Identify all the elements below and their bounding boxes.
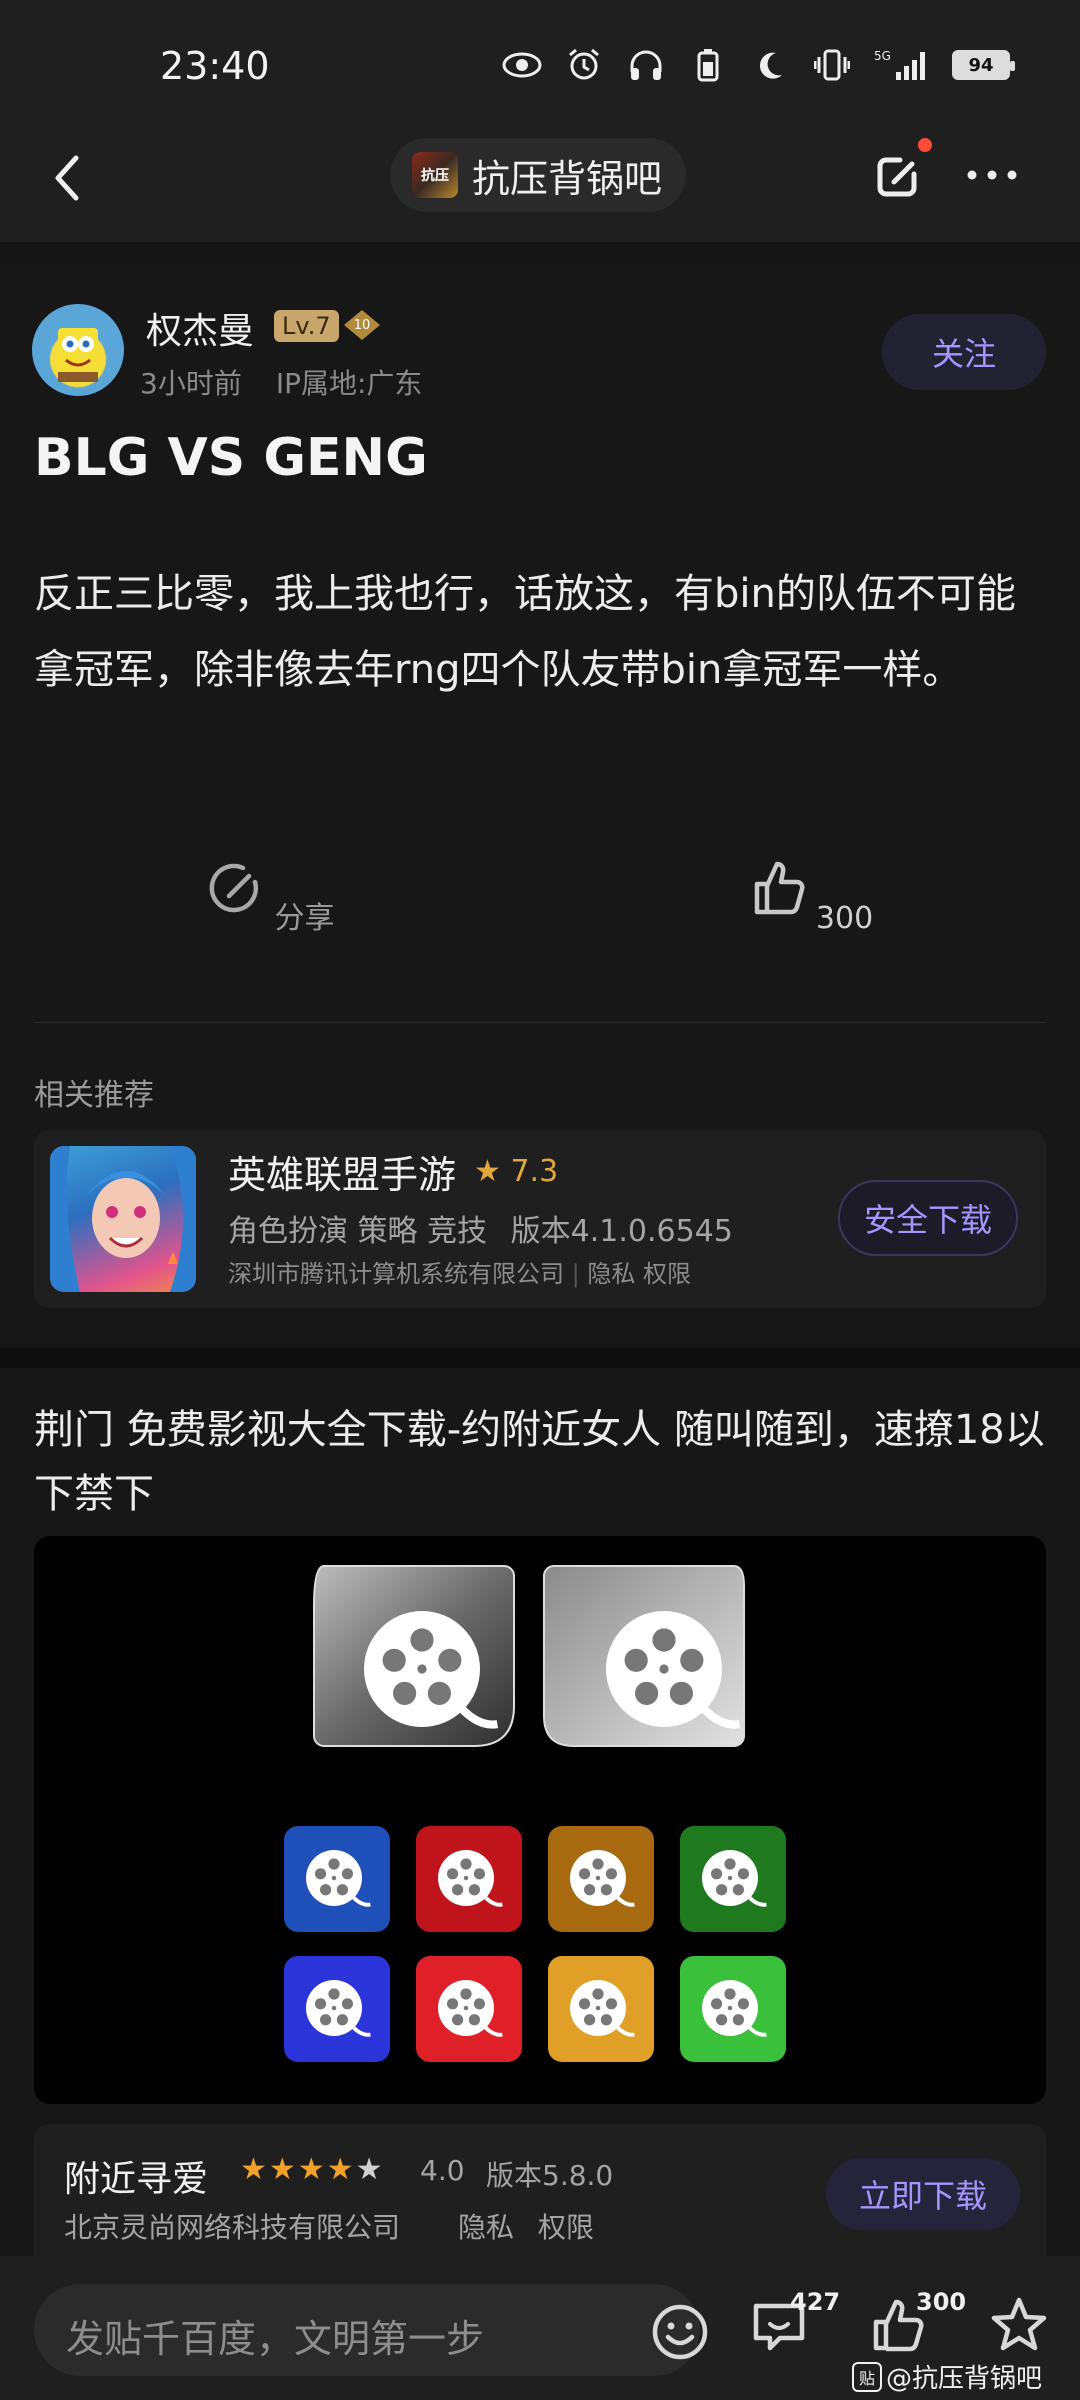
emoji-icon [652, 2304, 708, 2360]
status-icons: 5G 94 [502, 48, 1015, 82]
download-now-button[interactable]: 立即下载 [826, 2158, 1020, 2230]
app-company: 深圳市腾讯计算机系统有限公司 [228, 1260, 564, 1288]
vibrate-icon [812, 48, 852, 82]
ad-app-card[interactable]: 附近寻爱 ★★★★★ 4.0 版本5.8.0 北京灵尚网络科技有限公司 隐私 权… [34, 2124, 1046, 2256]
ad-section: 荆门 免费影视大全下载-约附近女人 随叫随到，速撩18以下禁下 附近寻爱 ★★★… [0, 1368, 1080, 2256]
post: 权杰曼 Lv.7 10 3小时前 IP属地:广东 关注 BLG VS GENG … [0, 258, 1080, 1348]
star-icon: ★ [474, 1154, 501, 1189]
more-icon [967, 170, 1017, 180]
ip-location: IP属地:广东 [275, 367, 423, 400]
level-badge: Lv.7 [274, 310, 339, 342]
comment-count: 427 [790, 2288, 841, 2316]
emoji-button[interactable] [650, 2302, 710, 2362]
moon-icon [750, 48, 790, 82]
favorite-button[interactable] [988, 2294, 1050, 2356]
back-button[interactable] [40, 148, 100, 208]
avatar[interactable] [32, 304, 124, 396]
more-button[interactable] [962, 160, 1022, 190]
film-reel-icons-image [34, 1536, 1046, 2104]
notification-dot [918, 138, 932, 152]
status-bar: 23:40 5G 94 [0, 0, 1080, 120]
eye-icon [502, 48, 542, 82]
ad-links: 隐私 权限 [458, 2206, 594, 2246]
ad-image[interactable] [34, 1536, 1046, 2104]
ad-privacy-link[interactable]: 隐私 [458, 2206, 514, 2246]
post-actions: 分享 300 [0, 856, 1080, 986]
forum-name: 抗压背锅吧 [472, 156, 663, 201]
tieba-logo-icon: 贴 [852, 2361, 882, 2392]
app-rating: ★ 7.3 [474, 1154, 558, 1189]
svg-text:5G: 5G [874, 49, 891, 63]
post-time: 3小时前 [140, 367, 242, 400]
like-count: 300 [815, 901, 874, 936]
ad-rating: 4.0 [420, 2154, 465, 2187]
share-button[interactable]: 分享 [170, 856, 370, 937]
headphone-icon [626, 48, 666, 82]
ad-app-name: 附近寻爱 [64, 2159, 209, 2200]
forum-avatar: 抗压 [412, 152, 458, 198]
app-privacy-link[interactable]: 隐私 [587, 1260, 635, 1288]
share-icon [210, 863, 259, 913]
like-count-bottom: 300 [916, 2288, 967, 2316]
chevron-left-icon [55, 155, 79, 201]
reply-placeholder: 发贴千百度，文明第一步 [66, 2317, 485, 2361]
medal-badge: 10 [344, 310, 380, 340]
app-icon [50, 1146, 196, 1292]
follow-button[interactable]: 关注 [882, 314, 1046, 390]
battery-indicator: 94 [952, 50, 1015, 80]
watermark-text: @抗压背锅吧 [886, 2364, 1043, 2394]
star-icon: ★ [240, 2152, 269, 2187]
app-rating-value: 7.3 [510, 1154, 559, 1189]
bottom-bar: 发贴千百度，文明第一步 427 300 贴 @抗压背锅吧 [0, 2256, 1080, 2400]
forum-pill[interactable]: 抗压 抗压背锅吧 [390, 138, 687, 212]
app-name: 英雄联盟手游 [228, 1153, 457, 1197]
app-categories: 角色扮演 策略 竞技 [228, 1214, 488, 1249]
top-navbar: 抗压 抗压背锅吧 [0, 120, 1080, 242]
divider [34, 1022, 1046, 1023]
status-time: 23:40 [160, 44, 270, 88]
jinx-character-icon [50, 1146, 196, 1292]
safe-download-button[interactable]: 安全下载 [838, 1180, 1018, 1256]
5g-signal-icon: 5G [874, 48, 930, 82]
ad-version: 版本5.8.0 [486, 2159, 614, 2192]
post-title: BLG VS GENG [34, 428, 428, 488]
star-outline-icon [991, 2297, 1047, 2351]
app-version: 版本4.1.0.6545 [510, 1214, 733, 1249]
post-meta: 3小时前 IP属地:广东 [140, 362, 422, 402]
star-icon: ★ [355, 2152, 385, 2187]
app-tags: 角色扮演 策略 竞技 版本4.1.0.6545 [228, 1206, 733, 1250]
star-icon: ★ [268, 2152, 298, 2187]
star-icon: ★ [297, 2152, 327, 2187]
share-label: 分享 [274, 901, 335, 936]
alarm-icon [564, 48, 604, 82]
section-divider [0, 1348, 1080, 1368]
thumbs-up-icon [754, 861, 805, 915]
app-permissions-link[interactable]: 权限 [643, 1260, 691, 1288]
post-body: 反正三比零，我上我也行，话放这，有bin的队伍不可能拿冠军，除非像去年rng四个… [34, 571, 1016, 693]
ad-text[interactable]: 荆门 免费影视大全下载-约附近女人 随叫随到，速撩18以下禁下 [34, 1398, 1054, 1526]
edit-post-button[interactable] [868, 146, 928, 206]
edit-icon [877, 157, 917, 197]
app-company-line: 深圳市腾讯计算机系统有限公司 | 隐私 权限 [228, 1260, 692, 1288]
battery-saver-icon [688, 48, 728, 82]
like-button[interactable]: 300 [710, 856, 910, 936]
star-icon: ★ [326, 2152, 356, 2187]
ad-permissions-link[interactable]: 权限 [538, 2206, 594, 2246]
star-rating: ★★★★★ [240, 2152, 385, 2187]
spongebob-avatar-icon [58, 328, 98, 382]
author-name[interactable]: 权杰曼 [146, 302, 254, 354]
related-label: 相关推荐 [34, 1078, 154, 1113]
reply-input[interactable]: 发贴千百度，文明第一步 [34, 2284, 708, 2376]
watermark: 贴 @抗压背锅吧 [852, 2358, 1042, 2395]
ad-company: 北京灵尚网络科技有限公司 [64, 2211, 401, 2244]
app-recommend-card[interactable]: 英雄联盟手游 ★ 7.3 角色扮演 策略 竞技 版本4.1.0.6545 深圳市… [34, 1130, 1046, 1308]
